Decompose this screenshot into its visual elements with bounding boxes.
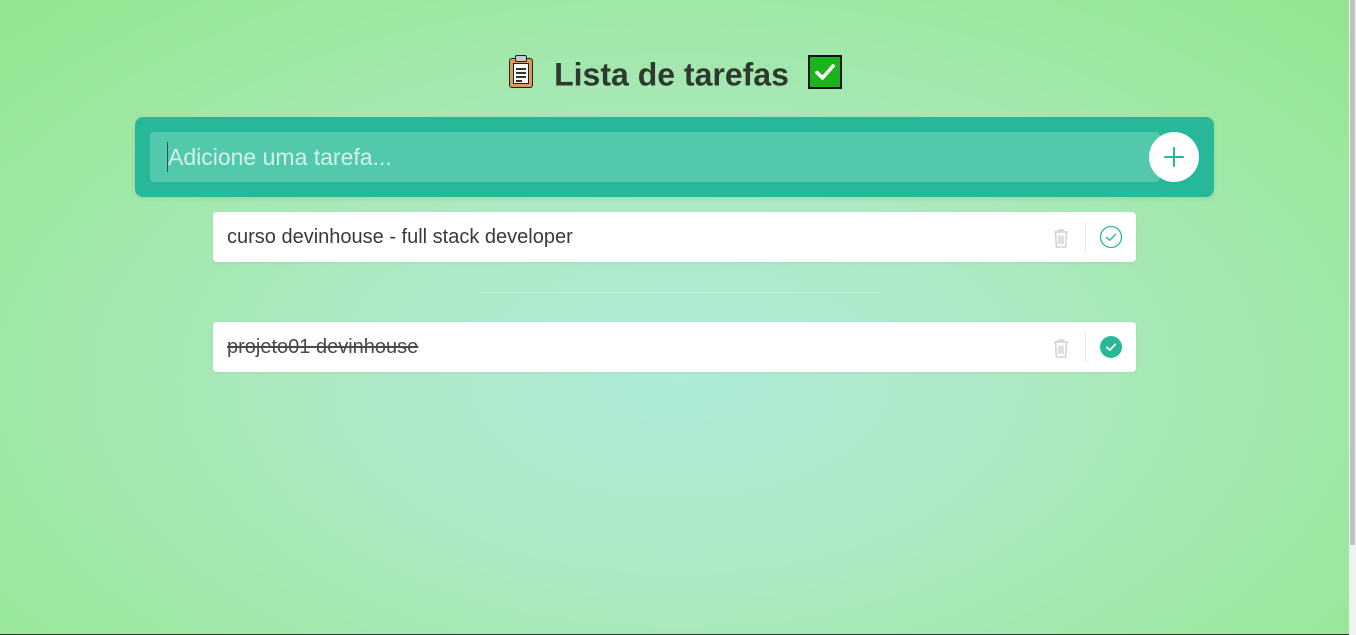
scrollbar-thumb[interactable]: [1350, 0, 1355, 545]
complete-task-icon[interactable]: [1099, 225, 1123, 249]
plus-icon: [1164, 147, 1184, 167]
completed-check-icon[interactable]: [1099, 335, 1123, 359]
check-mark-icon: [807, 54, 842, 89]
page-title: Lista de tarefas: [0, 50, 1349, 97]
trash-icon[interactable]: [1049, 336, 1073, 360]
trash-icon[interactable]: [1049, 226, 1073, 250]
add-task-button[interactable]: [1149, 132, 1199, 182]
page-title-text: Lista de tarefas: [554, 56, 789, 93]
new-task-form: [135, 117, 1214, 197]
task-item: curso devinhouse - full stack developer: [213, 212, 1136, 262]
task-item-completed: projeto01 devinhouse: [213, 322, 1136, 372]
new-task-input[interactable]: [150, 132, 1160, 182]
scrollbar[interactable]: [1349, 0, 1356, 635]
action-separator: [1085, 222, 1086, 252]
task-text: projeto01 devinhouse: [227, 336, 419, 358]
text-caret: [167, 142, 168, 172]
action-separator: [1085, 332, 1086, 362]
list-divider: [480, 292, 880, 293]
clipboard-icon: [507, 54, 535, 89]
task-text: curso devinhouse - full stack developer: [227, 226, 573, 248]
